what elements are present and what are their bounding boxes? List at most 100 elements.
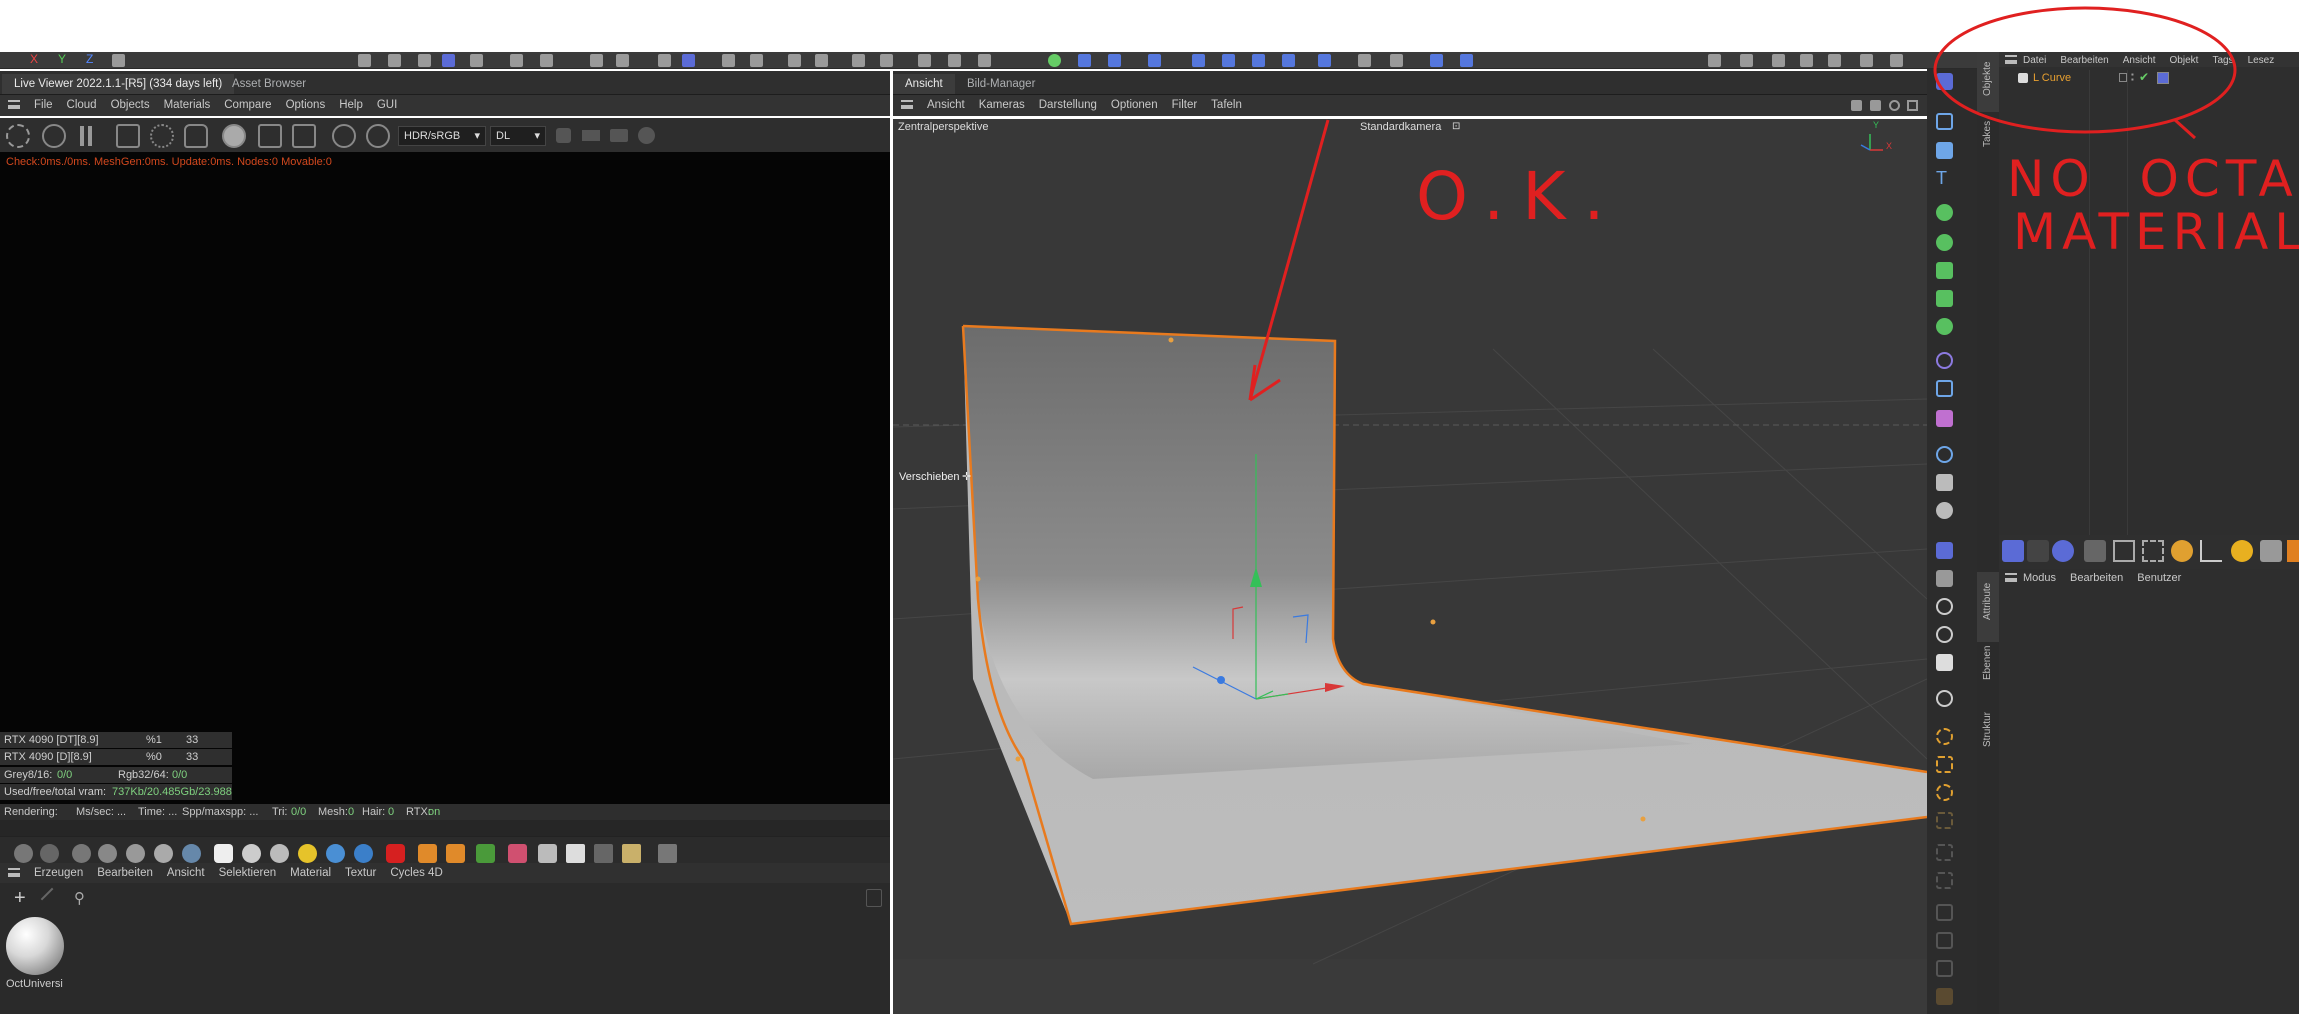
y-axis-icon[interactable]: Y bbox=[58, 52, 66, 66]
maximize-icon[interactable] bbox=[1907, 100, 1918, 111]
color-space-select[interactable]: HDR/sRGB ▾ bbox=[398, 126, 486, 146]
tool-icon[interactable] bbox=[2113, 540, 2135, 562]
snap-icon[interactable] bbox=[1936, 932, 1953, 949]
menu-modus[interactable]: Modus bbox=[2023, 569, 2056, 587]
material-type-icon[interactable] bbox=[446, 844, 465, 863]
tool-icon[interactable] bbox=[1222, 54, 1235, 67]
side-tab-takes[interactable]: Takes bbox=[1982, 121, 1993, 147]
tool-icon[interactable] bbox=[918, 54, 931, 67]
material-name[interactable]: OctUniversi bbox=[6, 978, 63, 990]
play-icon[interactable] bbox=[1800, 54, 1813, 67]
menu-ansicht[interactable]: Ansicht bbox=[927, 95, 965, 116]
tool-icon[interactable] bbox=[358, 54, 371, 67]
render-icon[interactable] bbox=[1740, 54, 1753, 67]
sun-icon[interactable] bbox=[298, 844, 317, 863]
grid-icon[interactable] bbox=[594, 844, 613, 863]
x-axis-icon[interactable]: X bbox=[30, 52, 38, 66]
tab-live-viewer[interactable]: Live Viewer 2022.1.1-[R5] (334 days left… bbox=[2, 74, 235, 94]
tab-asset-browser[interactable]: Asset Browser bbox=[220, 74, 318, 94]
tool-icon[interactable] bbox=[1430, 54, 1443, 67]
magnet-icon[interactable] bbox=[590, 54, 603, 67]
snap-icon[interactable] bbox=[1936, 812, 1953, 829]
tool-icon[interactable] bbox=[2260, 540, 2282, 562]
grid-snap-icon[interactable] bbox=[682, 54, 695, 67]
tool-icon[interactable] bbox=[750, 54, 763, 67]
material-type-icon[interactable] bbox=[386, 844, 405, 863]
tool-icon[interactable] bbox=[442, 54, 455, 67]
rotate-icon[interactable] bbox=[1889, 100, 1900, 111]
tool-icon[interactable] bbox=[2231, 540, 2253, 562]
hamburger-icon[interactable] bbox=[8, 868, 20, 878]
visibility-dots-icon[interactable]: ▪ ▪ bbox=[2131, 71, 2134, 84]
rectangle-icon[interactable] bbox=[1936, 113, 1953, 130]
tool-icon[interactable] bbox=[722, 54, 735, 67]
material-type-icon[interactable] bbox=[270, 844, 289, 863]
hamburger-icon[interactable] bbox=[2005, 55, 2017, 65]
snap-icon[interactable] bbox=[1936, 872, 1953, 889]
material-preview-ball[interactable] bbox=[6, 917, 64, 975]
add-icon[interactable] bbox=[258, 124, 282, 148]
menu-materials[interactable]: Materials bbox=[164, 95, 211, 116]
extrude-icon[interactable] bbox=[1936, 262, 1953, 279]
tool-icon[interactable] bbox=[540, 54, 553, 67]
hamburger-icon[interactable] bbox=[2005, 573, 2017, 583]
menu-bearbeiten[interactable]: Bearbeiten bbox=[2060, 53, 2108, 68]
material-type-icon[interactable] bbox=[476, 844, 495, 863]
text-icon[interactable]: T bbox=[1936, 169, 1953, 187]
side-tab-struktur[interactable]: Struktur bbox=[1982, 712, 1993, 747]
camera-icon[interactable] bbox=[1390, 54, 1403, 67]
tool-icon[interactable] bbox=[2171, 540, 2193, 562]
eyedropper-icon[interactable]: ⚲ bbox=[74, 889, 90, 907]
tool-icon[interactable] bbox=[852, 54, 865, 67]
menu-help[interactable]: Help bbox=[339, 95, 363, 116]
lock-icon[interactable] bbox=[184, 124, 208, 148]
settings-gear-icon[interactable] bbox=[150, 124, 174, 148]
tool-icon[interactable] bbox=[510, 54, 523, 67]
menu-bearbeiten[interactable]: Bearbeiten bbox=[2070, 569, 2123, 587]
menu-objects[interactable]: Objects bbox=[111, 95, 150, 116]
menu-optionen[interactable]: Optionen bbox=[1111, 95, 1158, 116]
menu-benutzer[interactable]: Benutzer bbox=[2137, 569, 2181, 587]
render-icon[interactable] bbox=[1772, 54, 1785, 67]
layer-icon[interactable] bbox=[2119, 73, 2127, 82]
material-type-icon[interactable] bbox=[98, 844, 117, 863]
material-picker-icon[interactable] bbox=[366, 124, 390, 148]
tool-icon[interactable] bbox=[470, 54, 483, 67]
deformer-icon[interactable] bbox=[1936, 352, 1953, 369]
snap-icon[interactable] bbox=[1936, 904, 1953, 921]
tool-icon[interactable] bbox=[388, 54, 401, 67]
mode-icon[interactable] bbox=[1936, 626, 1953, 643]
menu-cloud[interactable]: Cloud bbox=[67, 95, 97, 116]
viewport-3d[interactable]: Zentralperspektive Standardkamera ⊡ Vers… bbox=[893, 119, 1927, 1014]
tool-icon[interactable] bbox=[978, 54, 991, 67]
checker-icon[interactable] bbox=[566, 844, 585, 863]
menu-datei[interactable]: Datei bbox=[2023, 53, 2046, 68]
material-type-icon[interactable] bbox=[242, 844, 261, 863]
material-type-icon[interactable] bbox=[40, 844, 59, 863]
pause-icon[interactable] bbox=[80, 126, 84, 146]
cube-icon[interactable] bbox=[556, 128, 571, 143]
side-tab-attribute[interactable]: Attribute bbox=[1982, 583, 1993, 620]
snap-icon[interactable] bbox=[1936, 960, 1953, 977]
tool-icon[interactable] bbox=[2084, 540, 2106, 562]
snap-icon[interactable] bbox=[1936, 784, 1953, 801]
tool-icon[interactable] bbox=[2200, 540, 2222, 562]
menu-textur[interactable]: Textur bbox=[345, 863, 376, 884]
menu-options[interactable]: Options bbox=[286, 95, 326, 116]
snap-icon[interactable] bbox=[1936, 756, 1953, 773]
material-type-icon[interactable] bbox=[418, 844, 437, 863]
material-type-icon[interactable] bbox=[154, 844, 173, 863]
coord-system-icon[interactable] bbox=[112, 54, 125, 67]
image-icon[interactable] bbox=[622, 844, 641, 863]
material-type-icon[interactable] bbox=[126, 844, 145, 863]
side-tab-objekte[interactable]: Objekte bbox=[1982, 62, 1993, 96]
tool-icon[interactable] bbox=[948, 54, 961, 67]
pan-icon[interactable] bbox=[1851, 100, 1862, 111]
upload-icon[interactable] bbox=[1890, 54, 1903, 67]
snap-icon[interactable] bbox=[1936, 988, 1953, 1005]
tool-icon[interactable] bbox=[1358, 54, 1371, 67]
material-ball-icon[interactable] bbox=[222, 124, 246, 148]
tool-icon[interactable] bbox=[1078, 54, 1091, 67]
menu-darstellung[interactable]: Darstellung bbox=[1039, 95, 1097, 116]
model-mode-icon[interactable] bbox=[1936, 542, 1953, 559]
